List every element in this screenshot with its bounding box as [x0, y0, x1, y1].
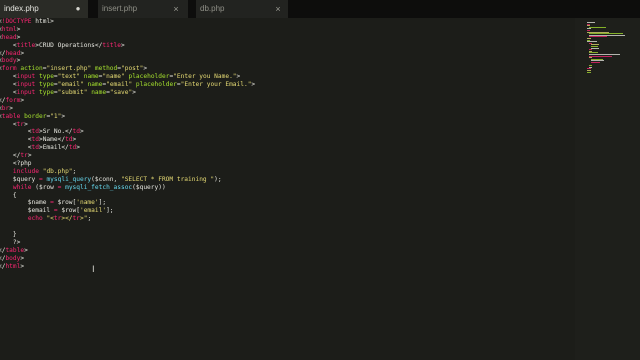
code-line[interactable]: </tr> — [0, 152, 255, 160]
tab-label: index.php — [4, 4, 39, 13]
code-line[interactable]: while ($row = mysqli_fetch_assoc($query)… — [0, 184, 255, 192]
tab-bar: index.php ● insert.php × db.php × — [0, 0, 640, 19]
minimap-line — [591, 47, 599, 49]
code-line[interactable]: </table> — [0, 247, 255, 255]
tab-label: db.php — [200, 4, 225, 13]
tab-insert-php[interactable]: insert.php × — [98, 0, 188, 18]
code-line[interactable]: $query = mysqli_query($conn, "SELECT * F… — [0, 176, 255, 184]
minimap-line — [589, 55, 612, 57]
code-line[interactable]: } — [0, 231, 255, 239]
code-line[interactable]: <input type="text" name="name" placehold… — [0, 73, 255, 81]
tab-label: insert.php — [102, 4, 138, 13]
code-line[interactable] — [0, 223, 255, 231]
code-line[interactable]: <tr> — [0, 121, 255, 129]
code-line[interactable]: <td>Sr No.</td> — [0, 128, 255, 136]
tab-db-php[interactable]: db.php × — [196, 0, 288, 18]
code-line[interactable]: { — [0, 192, 255, 200]
unsaved-dot-icon[interactable]: ● — [72, 0, 84, 18]
code-line[interactable]: </head> — [0, 50, 255, 58]
code-line[interactable]: <title>CRUD Operations</title> — [0, 42, 255, 50]
code-line[interactable]: <td>Name</td> — [0, 136, 255, 144]
minimap-line — [587, 71, 591, 73]
code-line[interactable]: <body> — [0, 57, 255, 65]
code-line[interactable]: $name = $row['name']; — [0, 199, 255, 207]
code-line[interactable]: <td>Email</td> — [0, 144, 255, 152]
code-line[interactable]: </body> — [0, 255, 255, 263]
code-line[interactable]: echo "<tr></tr>"; — [0, 215, 255, 223]
code-line[interactable]: <?php — [0, 160, 255, 168]
code-line[interactable]: ?> — [0, 239, 255, 247]
tab-index-php[interactable]: index.php ● — [0, 0, 88, 18]
code-line[interactable]: <input type="email" name="email" placeho… — [0, 81, 255, 89]
text-cursor-icon: I — [92, 265, 95, 275]
code-line[interactable]: </form> — [0, 97, 255, 105]
minimap-line — [591, 62, 601, 63]
editor-window: index.php ● insert.php × db.php × <!DOCT… — [0, 0, 640, 360]
close-icon[interactable]: × — [170, 0, 182, 18]
code-line[interactable]: <form action="insert.php" method="post"> — [0, 65, 255, 73]
close-icon[interactable]: × — [272, 0, 284, 18]
code-line[interactable]: <br> — [0, 105, 255, 113]
code-line[interactable]: <!DOCTYPE html> — [0, 18, 255, 26]
minimap[interactable] — [575, 18, 640, 360]
code-line[interactable]: include "db.php"; — [0, 168, 255, 176]
minimap-line — [589, 36, 608, 38]
minimap-line — [589, 26, 606, 28]
code-line[interactable]: <input type="submit" name="save"> — [0, 89, 255, 97]
code-line[interactable]: $email = $row['email']; — [0, 207, 255, 215]
code-editor[interactable]: <!DOCTYPE html><html><head> <title>CRUD … — [0, 18, 575, 360]
code-content[interactable]: <!DOCTYPE html><html><head> <title>CRUD … — [0, 18, 255, 271]
code-line[interactable]: <head> — [0, 34, 255, 42]
code-line[interactable]: <table border="1"> — [0, 113, 255, 121]
code-line[interactable]: <html> — [0, 26, 255, 34]
code-line[interactable]: </html> — [0, 263, 255, 271]
